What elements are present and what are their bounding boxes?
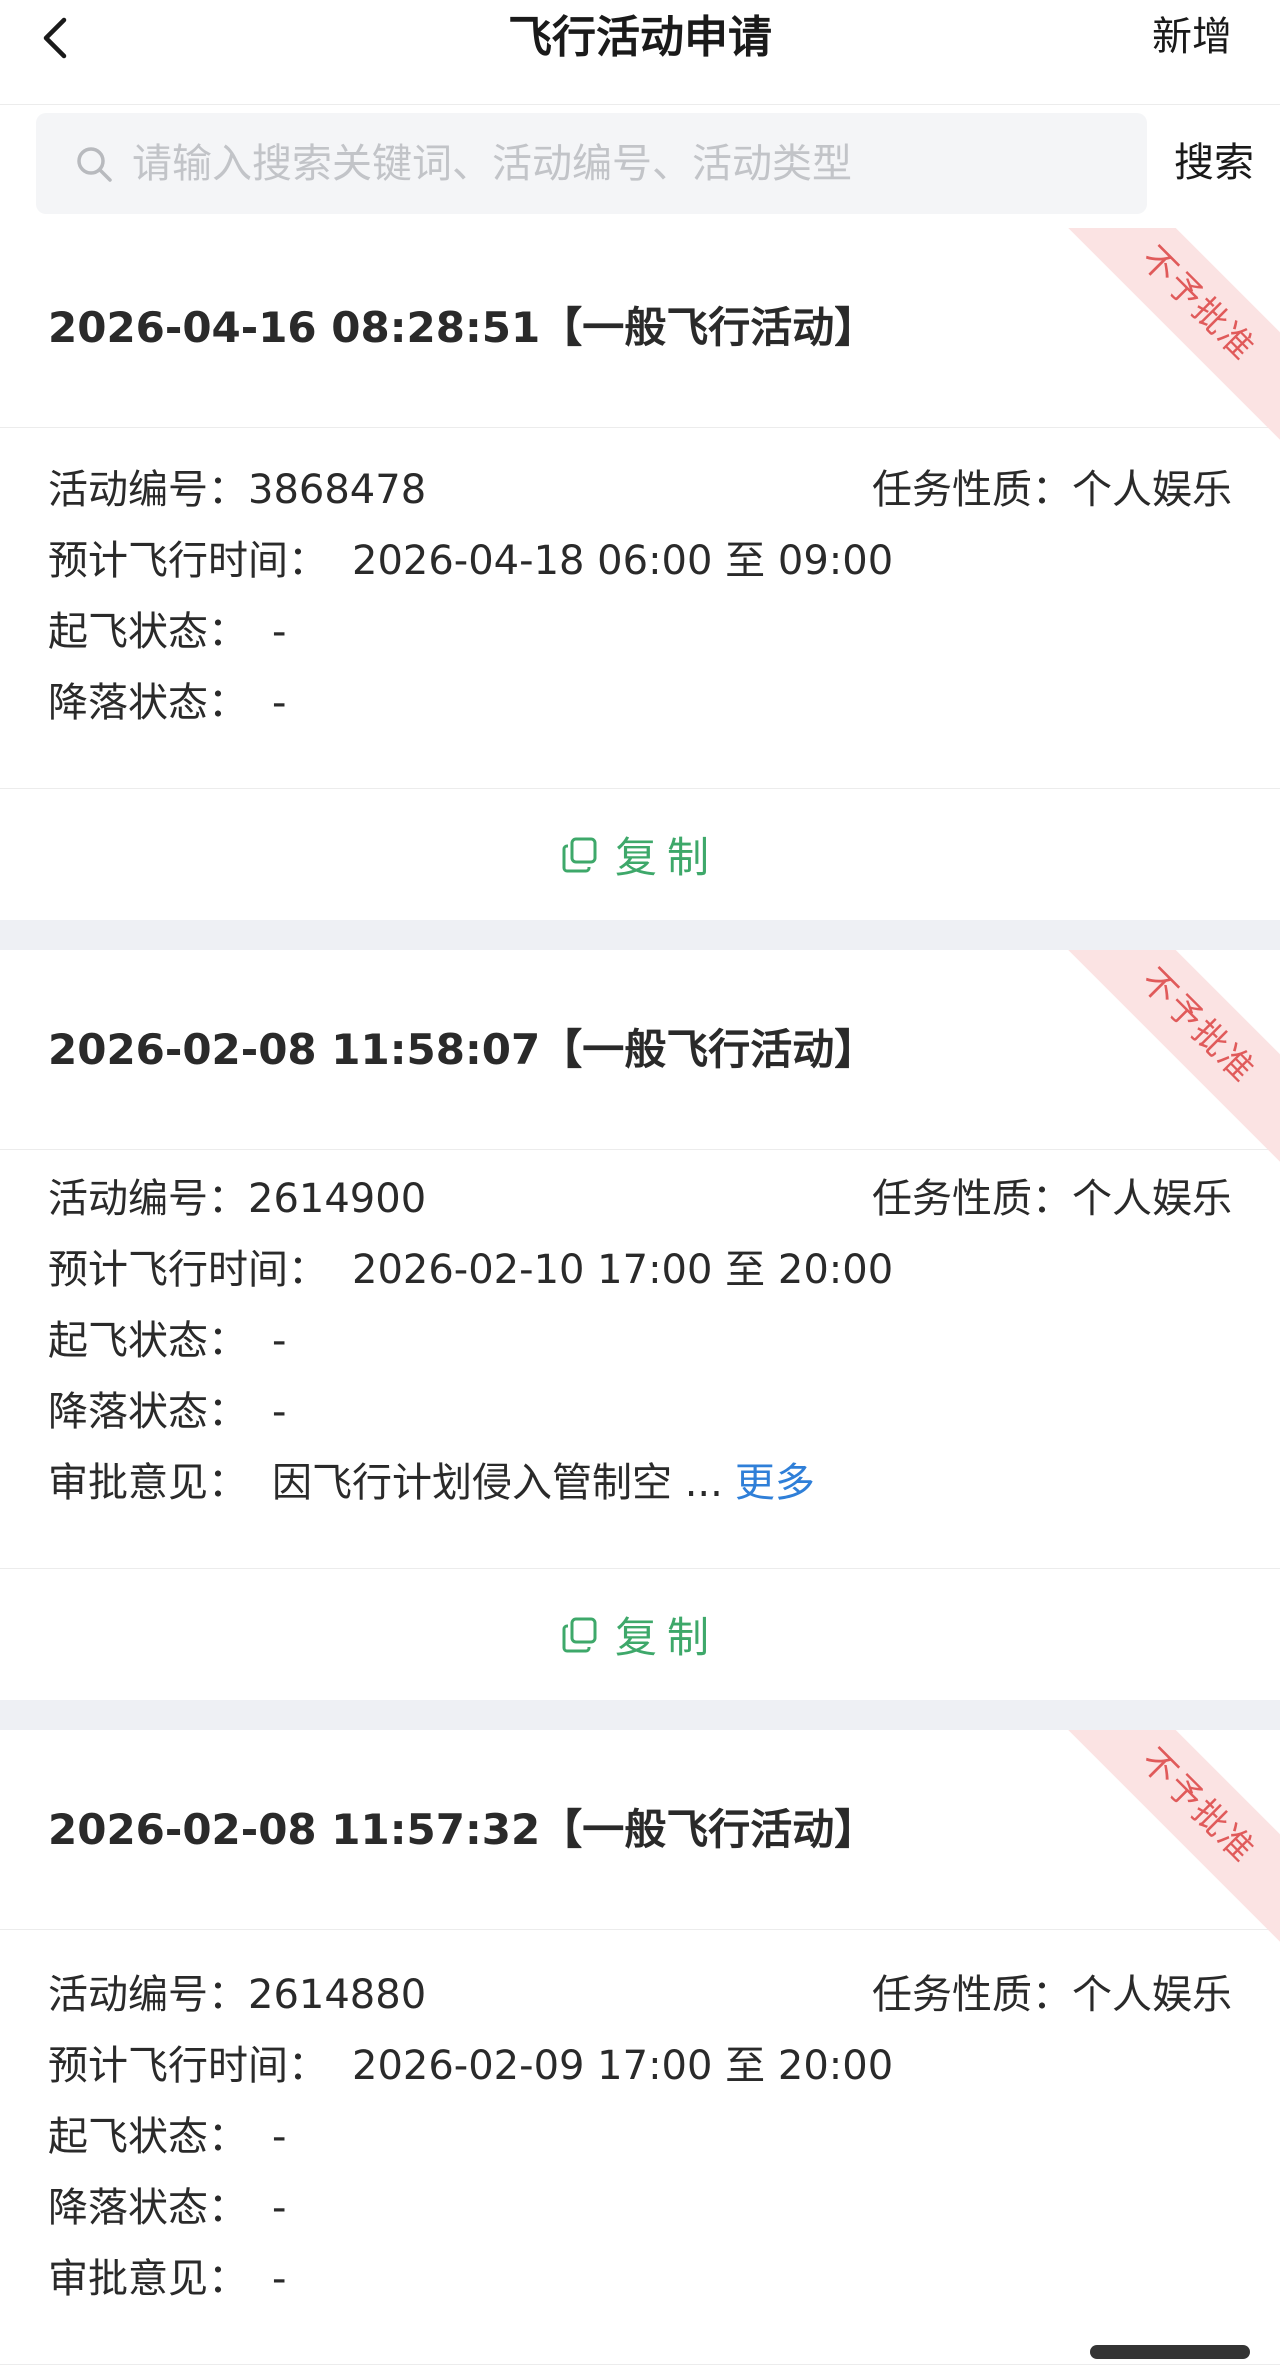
activity-no-row: 活动编号：2614880 任务性质：个人娱乐 — [48, 1960, 1232, 2031]
planned-time-label: 预计飞行时间： — [48, 538, 328, 584]
card-details: 活动编号：2614880 任务性质：个人娱乐 预计飞行时间： 2026-02-09… — [0, 1930, 1280, 2365]
approval-opinion-label: 审批意见： — [48, 1460, 248, 1506]
status-badge: 不予批准 — [1057, 950, 1280, 1167]
activity-card: 2026-02-08 11:58:07【一般飞行活动】 不予批准 活动编号：26… — [0, 950, 1280, 1700]
status-badge: 不予批准 — [1057, 1730, 1280, 1947]
takeoff-status-row: 起飞状态： - — [48, 597, 1232, 668]
copy-label: 复制 — [614, 1613, 719, 1662]
takeoff-status-label: 起飞状态： — [48, 1318, 248, 1364]
activity-no-value: 3868478 — [248, 467, 427, 513]
more-link[interactable]: 更多 — [735, 1460, 815, 1506]
activity-no-row: 活动编号：3868478 任务性质：个人娱乐 — [48, 455, 1232, 526]
copy-button[interactable]: 复制 — [561, 1604, 719, 1665]
task-nature-label: 任务性质： — [872, 1176, 1072, 1222]
task-nature-value: 个人娱乐 — [1072, 1972, 1232, 2018]
card-header: 2026-02-08 11:57:32【一般飞行活动】 不予批准 — [0, 1730, 1280, 1947]
card-title: 2026-04-16 08:28:51【一般飞行活动】 — [48, 303, 877, 352]
task-nature-label: 任务性质： — [872, 467, 1072, 513]
card-header: 2026-02-08 11:58:07【一般飞行活动】 不予批准 — [0, 950, 1280, 1167]
planned-time-value: 2026-02-10 17:00 至 20:00 — [352, 1247, 894, 1293]
takeoff-status-row: 起飞状态： - — [48, 1306, 1232, 1377]
planned-time-label: 预计飞行时间： — [48, 1247, 328, 1293]
takeoff-status-label: 起飞状态： — [48, 2114, 248, 2160]
planned-time-row: 预计飞行时间： 2026-02-09 17:00 至 20:00 — [48, 2031, 1232, 2102]
takeoff-status-row: 起飞状态： - — [48, 2102, 1232, 2173]
planned-time-value: 2026-04-18 06:00 至 09:00 — [352, 538, 894, 584]
approval-opinion-value: - — [272, 2256, 287, 2302]
task-nature: 任务性质：个人娱乐 — [872, 1960, 1232, 2031]
planned-time-row: 预计飞行时间： 2026-04-18 06:00 至 09:00 — [48, 526, 1232, 597]
task-nature: 任务性质：个人娱乐 — [872, 1164, 1232, 1235]
copy-button[interactable]: 复制 — [561, 824, 719, 885]
landing-status-label: 降落状态： — [48, 1389, 248, 1435]
search-box[interactable] — [36, 113, 1147, 214]
approval-opinion-row: 审批意见： - — [48, 2244, 1232, 2315]
task-nature-value: 个人娱乐 — [1072, 467, 1232, 513]
takeoff-status-value: - — [272, 1318, 287, 1364]
add-button[interactable]: 新增 — [1152, 0, 1232, 75]
activity-no-value: 2614900 — [248, 1176, 427, 1222]
approval-opinion-row: 审批意见： 因飞行计划侵入管制空 ... 更多 — [48, 1448, 1232, 1519]
takeoff-status-value: - — [272, 2114, 287, 2160]
landing-status-row: 降落状态： - — [48, 2173, 1232, 2244]
task-nature-value: 个人娱乐 — [1072, 1176, 1232, 1222]
planned-time-row: 预计飞行时间： 2026-02-10 17:00 至 20:00 — [48, 1235, 1232, 1306]
card-details: 活动编号：3868478 任务性质：个人娱乐 预计飞行时间： 2026-04-18… — [0, 428, 1280, 789]
home-indicator — [1090, 2345, 1250, 2359]
takeoff-status-label: 起飞状态： — [48, 609, 248, 655]
takeoff-status-value: - — [272, 609, 287, 655]
planned-time-value: 2026-02-09 17:00 至 20:00 — [352, 2043, 894, 2089]
card-footer: 复制 — [0, 1569, 1280, 1700]
approval-opinion-value: 因飞行计划侵入管制空 ... — [272, 1460, 723, 1506]
landing-status-value: - — [272, 680, 287, 726]
activity-no-label: 活动编号： — [48, 1972, 248, 2018]
card-divider — [0, 920, 1280, 950]
activity-card: 2026-04-16 08:28:51【一般飞行活动】 不予批准 活动编号：38… — [0, 228, 1280, 920]
card-title: 2026-02-08 11:58:07【一般飞行活动】 — [48, 1025, 877, 1074]
activity-no-label: 活动编号： — [48, 1176, 248, 1222]
status-badge: 不予批准 — [1057, 228, 1280, 445]
landing-status-row: 降落状态： - — [48, 668, 1232, 739]
card-details: 活动编号：2614900 任务性质：个人娱乐 预计飞行时间： 2026-02-10… — [0, 1150, 1280, 1569]
search-bar: 搜索 — [0, 105, 1280, 228]
landing-status-label: 降落状态： — [48, 680, 248, 726]
copy-icon — [562, 837, 597, 872]
search-input[interactable] — [132, 140, 1112, 187]
approval-opinion-label: 审批意见： — [48, 2256, 248, 2302]
card-divider — [0, 1700, 1280, 1730]
planned-time-label: 预计飞行时间： — [48, 2043, 328, 2089]
landing-status-label: 降落状态： — [48, 2185, 248, 2231]
card-title: 2026-02-08 11:57:32【一般飞行活动】 — [48, 1805, 877, 1854]
landing-status-value: - — [272, 2185, 287, 2231]
copy-icon — [562, 1617, 597, 1652]
activity-no-label: 活动编号： — [48, 467, 248, 513]
landing-status-row: 降落状态： - — [48, 1377, 1232, 1448]
nav-bar: 飞行活动申请 新增 — [0, 0, 1280, 105]
page-title: 飞行活动申请 — [508, 12, 772, 63]
card-footer: 复制 — [0, 789, 1280, 920]
activity-no-value: 2614880 — [248, 1972, 427, 2018]
landing-status-value: - — [272, 1389, 287, 1435]
search-icon — [77, 146, 112, 182]
activity-no-row: 活动编号：2614900 任务性质：个人娱乐 — [48, 1164, 1232, 1235]
search-button[interactable]: 搜索 — [1174, 113, 1254, 214]
card-header: 2026-04-16 08:28:51【一般飞行活动】 不予批准 — [0, 228, 1280, 445]
copy-label: 复制 — [614, 833, 719, 882]
task-nature-label: 任务性质： — [872, 1972, 1072, 2018]
activity-card: 2026-02-08 11:57:32【一般飞行活动】 不予批准 活动编号：26… — [0, 1730, 1280, 2365]
task-nature: 任务性质：个人娱乐 — [872, 455, 1232, 526]
